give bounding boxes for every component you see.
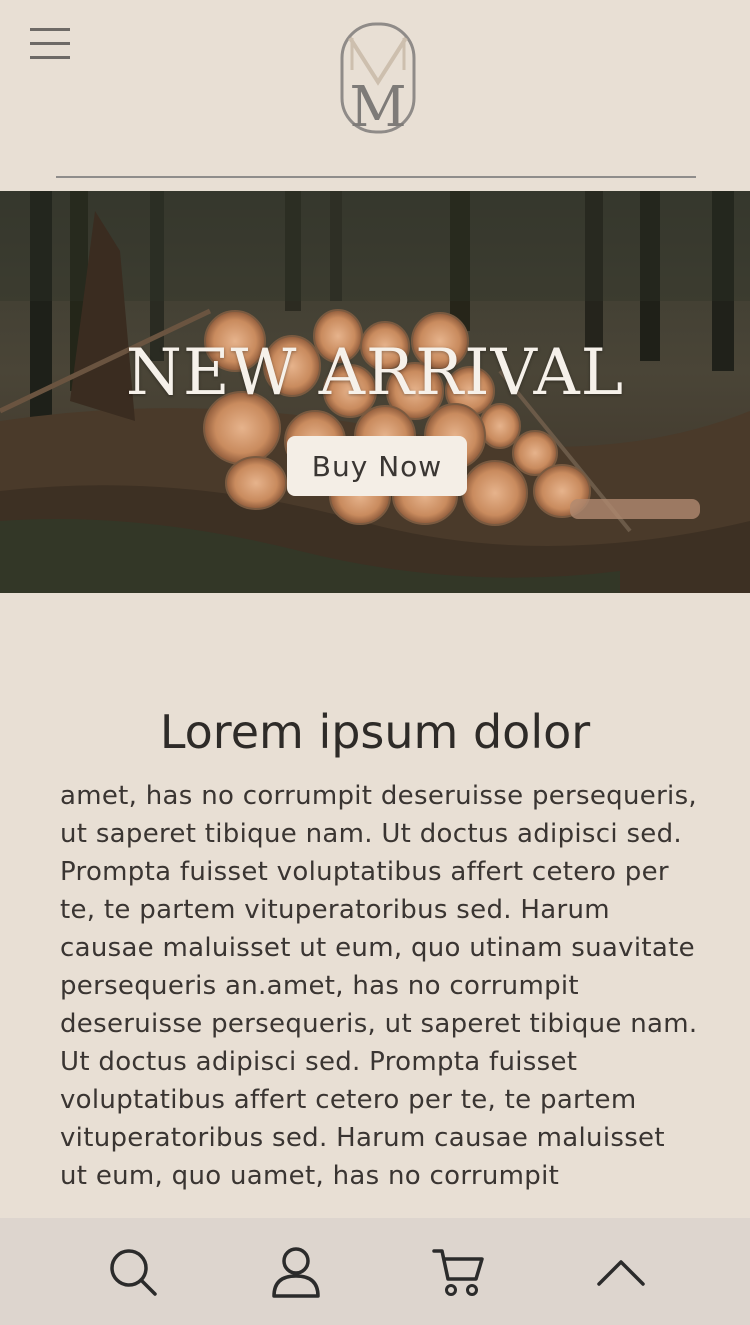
header: M — [0, 0, 750, 190]
nav-cart-button[interactable] — [414, 1218, 504, 1325]
hero-banner: NEW ARRIVAL Buy Now — [0, 191, 750, 593]
chevron-up-icon — [597, 1259, 645, 1286]
menu-line — [30, 56, 70, 59]
hamburger-menu-icon[interactable] — [30, 28, 70, 62]
header-divider — [56, 176, 696, 178]
hero-title: NEW ARRIVAL — [125, 336, 625, 410]
menu-line — [30, 28, 70, 31]
menu-line — [30, 42, 70, 45]
buy-now-button[interactable]: Buy Now — [287, 436, 467, 496]
content-title: Lorem ipsum dolor — [159, 705, 591, 759]
nav-account-button[interactable] — [251, 1218, 341, 1325]
logo-letter: M — [349, 75, 406, 136]
cart-icon — [432, 1248, 484, 1296]
content-body: amet, has no corrumpit deseruisse perseq… — [60, 781, 698, 1191]
scroll-to-top-button[interactable] — [576, 1218, 666, 1325]
user-icon — [272, 1246, 320, 1298]
brand-logo[interactable]: M — [338, 20, 418, 136]
nav-search-button[interactable] — [88, 1218, 178, 1325]
bottom-navigation — [0, 1218, 750, 1325]
search-icon — [110, 1248, 157, 1296]
